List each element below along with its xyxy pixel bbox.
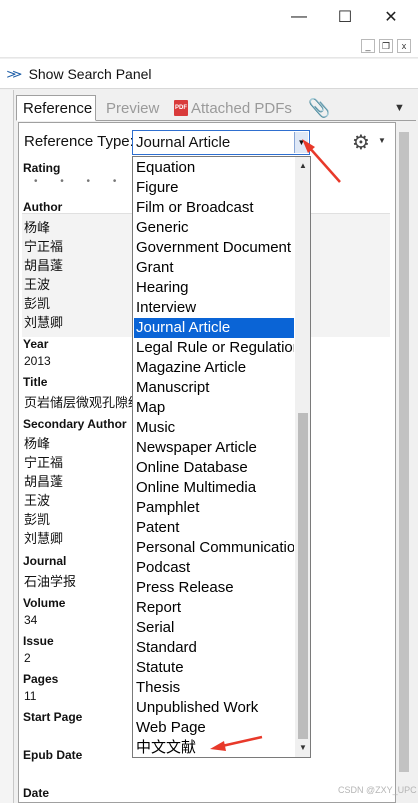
panel-scrollbar[interactable]	[397, 122, 411, 803]
dropdown-option[interactable]: Newspaper Article	[134, 438, 294, 458]
reference-type-dropdown-list[interactable]: Equation Figure Film or Broadcast Generic Go…	[132, 156, 311, 758]
show-search-panel-label: Show Search Panel	[28, 65, 152, 82]
tab-attached-pdfs-label: Attached PDFs	[191, 99, 292, 117]
dropdown-option[interactable]: Government Document	[134, 238, 294, 258]
dropdown-scrollbar-thumb[interactable]	[298, 413, 308, 739]
gear-icon[interactable]: ⚙	[352, 130, 370, 155]
dropdown-option[interactable]: Magazine Article	[134, 358, 294, 378]
title-value[interactable]: 页岩储层微观孔隙结	[24, 392, 141, 411]
author-line: 王波	[24, 277, 51, 292]
watermark-text: CSDN @ZXY_UPC	[338, 785, 417, 795]
reference-type-select[interactable]: Journal Article ▼	[132, 130, 310, 155]
dropdown-option[interactable]: Equation	[134, 158, 294, 178]
dropdown-option[interactable]: Online Multimedia	[134, 478, 294, 498]
pages-value[interactable]: 11	[24, 689, 36, 703]
dropdown-option[interactable]: Podcast	[134, 558, 294, 578]
paperclip-icon[interactable]: 📎	[302, 95, 336, 121]
tab-attached-pdfs[interactable]: PDF Attached PDFs	[168, 95, 298, 121]
author-line: 宁正福	[24, 239, 64, 254]
author-line: 杨峰	[24, 220, 51, 235]
scroll-up-icon[interactable]: ▲	[295, 158, 310, 174]
volume-label: Volume	[23, 596, 66, 610]
dropdown-option[interactable]: Patent	[134, 518, 294, 538]
pages-label: Pages	[23, 672, 59, 686]
author-line: 刘慧卿	[24, 315, 64, 330]
tab-reference[interactable]: Reference	[16, 95, 96, 121]
close-window-button[interactable]: ✕	[368, 0, 414, 34]
scroll-down-icon[interactable]: ▼	[295, 740, 310, 756]
secondary-author-line: 胡昌蓬	[24, 474, 64, 489]
title-label: Title	[23, 375, 48, 389]
dropdown-scrollbar[interactable]: ▲ ▼	[295, 157, 310, 757]
reference-tabbar: Reference Preview PDF Attached PDFs 📎 ▼	[16, 93, 416, 121]
year-label: Year	[23, 337, 49, 351]
dropdown-option[interactable]: Web Page	[134, 718, 294, 738]
maximize-window-button[interactable]: ☐	[322, 0, 368, 34]
dropdown-option[interactable]: Online Database	[134, 458, 294, 478]
reference-type-value: Journal Article	[136, 134, 231, 151]
chevron-down-icon[interactable]: ▼	[294, 132, 308, 153]
tab-reference-label: Reference	[23, 99, 93, 117]
journal-value[interactable]: 石油学报	[24, 571, 76, 590]
window-titlebar: — ☐ ✕	[0, 0, 418, 34]
dropdown-option[interactable]: Figure	[134, 178, 294, 198]
dropdown-option[interactable]: Standard	[134, 638, 294, 658]
panel-scrollbar-thumb[interactable]	[399, 132, 409, 772]
volume-value[interactable]: 34	[24, 613, 37, 627]
tab-preview-label: Preview	[106, 99, 160, 117]
dropdown-option[interactable]: Map	[134, 398, 294, 418]
dropdown-option[interactable]: Unpublished Work	[134, 698, 294, 718]
dropdown-option[interactable]: Serial	[134, 618, 294, 638]
tab-preview[interactable]: Preview	[100, 95, 165, 121]
pane-restore-button[interactable]: ❐	[379, 39, 393, 53]
secondary-author-line: 彭凯	[24, 512, 51, 527]
pdf-icon: PDF	[174, 100, 188, 116]
journal-label: Journal	[23, 554, 67, 568]
dropdown-option[interactable]: Film or Broadcast	[134, 198, 294, 218]
pane-minimize-button[interactable]: _	[361, 39, 375, 53]
secondary-author-label: Secondary Author	[23, 417, 127, 431]
rating-label: Rating	[23, 161, 61, 175]
author-line: 胡昌蓬	[24, 258, 64, 273]
dropdown-option[interactable]: Thesis	[134, 678, 294, 698]
dropdown-option[interactable]: Grant	[134, 258, 294, 278]
gear-caret-icon[interactable]: ▼	[378, 136, 386, 145]
start-page-label: Start Page	[23, 710, 83, 724]
author-label: Author	[23, 200, 63, 214]
dropdown-option[interactable]: Journal Article	[134, 318, 294, 338]
dropdown-option[interactable]: Report	[134, 598, 294, 618]
dropdown-option[interactable]: 中文文献	[134, 738, 294, 757]
pane-control-bar: _ ❐ x	[0, 34, 418, 58]
epub-date-label: Epub Date	[23, 748, 83, 762]
issue-value[interactable]: 2	[24, 651, 31, 665]
date-label: Date	[23, 786, 50, 800]
secondary-author-line: 刘慧卿	[24, 531, 64, 546]
left-pane-edge	[0, 90, 14, 803]
dropdown-option[interactable]: Manuscript	[134, 378, 294, 398]
reference-type-label: Reference Type:	[24, 133, 134, 150]
secondary-author-line: 杨峰	[24, 436, 51, 451]
double-chevron-down-icon: ≫	[6, 66, 23, 81]
pane-close-button[interactable]: x	[397, 39, 411, 53]
dropdown-option[interactable]: Hearing	[134, 278, 294, 298]
secondary-author-line: 宁正福	[24, 455, 64, 470]
minimize-window-button[interactable]: —	[276, 0, 322, 34]
dropdown-option[interactable]: Legal Rule or Regulation	[134, 338, 294, 358]
dropdown-option[interactable]: Interview	[134, 298, 294, 318]
issue-label: Issue	[23, 634, 54, 648]
dropdown-option[interactable]: Statute	[134, 658, 294, 678]
dropdown-option[interactable]: Press Release	[134, 578, 294, 598]
year-value[interactable]: 2013	[24, 354, 51, 368]
show-search-panel-toggle[interactable]: ≫ Show Search Panel	[0, 59, 418, 89]
dropdown-option[interactable]: Pamphlet	[134, 498, 294, 518]
dropdown-option[interactable]: Music	[134, 418, 294, 438]
author-line: 彭凯	[24, 296, 51, 311]
tab-menu-dropdown-icon[interactable]: ▼	[388, 95, 411, 121]
secondary-author-line: 王波	[24, 493, 51, 508]
dropdown-option[interactable]: Generic	[134, 218, 294, 238]
dropdown-option[interactable]: Personal Communication	[134, 538, 294, 558]
